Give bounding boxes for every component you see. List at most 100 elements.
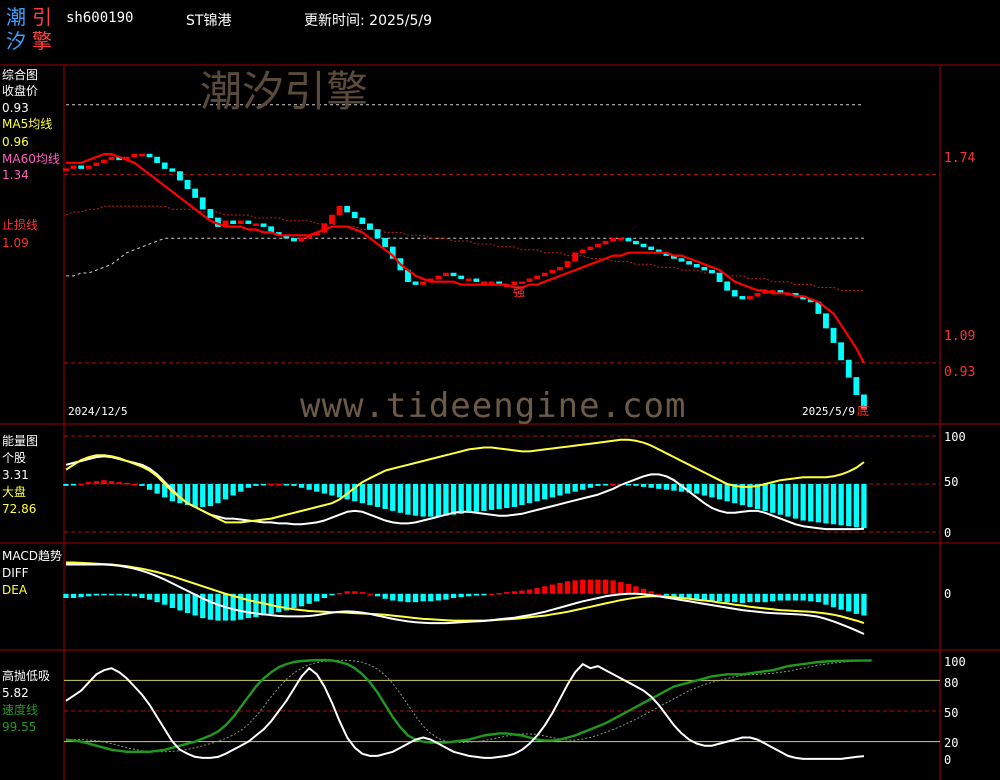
candle bbox=[754, 293, 761, 297]
energy-bar bbox=[625, 484, 631, 486]
candle bbox=[481, 281, 487, 284]
candle bbox=[465, 278, 472, 282]
energy-bar bbox=[754, 484, 761, 509]
speed-label: 速度线 bbox=[2, 703, 39, 717]
energy-bar bbox=[435, 484, 441, 517]
energy-bar bbox=[215, 484, 221, 504]
candle bbox=[177, 171, 183, 181]
energy-bar bbox=[374, 484, 381, 507]
energy-bar bbox=[70, 484, 77, 486]
candle bbox=[192, 188, 199, 198]
macd-bar bbox=[306, 593, 312, 604]
candle bbox=[838, 342, 845, 361]
energy-bar bbox=[557, 484, 563, 496]
candle bbox=[579, 249, 586, 253]
stock-code: sh600190 bbox=[66, 10, 134, 26]
macd-bar bbox=[344, 591, 350, 594]
energy-bar bbox=[336, 484, 343, 498]
energy-tick-label: 50 bbox=[944, 475, 958, 489]
energy-bar bbox=[329, 484, 335, 496]
macd-bar bbox=[663, 593, 669, 596]
candle bbox=[237, 220, 244, 224]
macd-bar bbox=[618, 582, 624, 594]
energy-bar bbox=[298, 484, 305, 488]
macd-bar bbox=[192, 593, 198, 616]
energy-bar bbox=[656, 484, 662, 489]
candle bbox=[686, 261, 693, 265]
macd-bar bbox=[633, 586, 639, 594]
macd-bar bbox=[853, 593, 859, 614]
energy-bar bbox=[694, 484, 700, 494]
energy-bar bbox=[777, 484, 783, 515]
panel4-title: 高抛低吸 bbox=[2, 669, 51, 683]
candle bbox=[443, 272, 449, 277]
energy-bar bbox=[405, 484, 411, 515]
macd-bar bbox=[86, 593, 92, 597]
energy-bar bbox=[268, 484, 274, 486]
candle bbox=[526, 278, 533, 282]
macd-bar bbox=[70, 593, 77, 598]
energy-bar bbox=[412, 484, 419, 516]
candle bbox=[549, 269, 556, 274]
macd-bar bbox=[428, 593, 434, 602]
energy-bar bbox=[146, 484, 153, 490]
energy-bar bbox=[633, 484, 639, 486]
macd-bar bbox=[169, 593, 175, 608]
close-label: 收盘价 bbox=[2, 84, 39, 98]
macd-bar bbox=[800, 593, 806, 601]
logo-char: 潮 bbox=[6, 5, 26, 29]
update-time: 更新时间: 2025/5/9 bbox=[304, 13, 433, 29]
candle bbox=[823, 313, 829, 329]
macd-bar bbox=[580, 579, 586, 594]
energy-bar bbox=[846, 484, 852, 527]
energy-bar bbox=[458, 484, 464, 514]
energy-bar bbox=[253, 484, 259, 486]
macd-bar bbox=[321, 593, 327, 598]
macd-bar bbox=[298, 593, 305, 607]
macd-bar bbox=[770, 593, 776, 602]
candle bbox=[587, 246, 594, 251]
energy-bar bbox=[443, 484, 449, 516]
logo-char: 汐 bbox=[6, 29, 26, 53]
candle bbox=[154, 156, 161, 164]
candle bbox=[519, 281, 525, 284]
stock-name: ST锦港 bbox=[186, 13, 232, 29]
macd-bar bbox=[496, 593, 502, 595]
macd-bar bbox=[412, 593, 419, 603]
energy-bar bbox=[496, 484, 502, 509]
macd-bar bbox=[420, 593, 426, 602]
candle bbox=[85, 165, 92, 169]
energy-bar bbox=[291, 484, 297, 486]
macd-bar bbox=[754, 593, 761, 603]
energy-bar bbox=[390, 484, 396, 511]
macd-bar bbox=[861, 593, 867, 616]
macd-bar bbox=[572, 580, 578, 594]
energy-tick-label: 0 bbox=[944, 526, 951, 540]
macd-bar bbox=[139, 593, 145, 598]
macd-bar bbox=[443, 593, 449, 600]
macd-bar bbox=[245, 593, 251, 619]
market-energy-line bbox=[65, 438, 865, 524]
macd-bar bbox=[557, 582, 563, 594]
macd-tick-label: 0 bbox=[944, 587, 951, 601]
ma60-label: MA60均线 bbox=[2, 152, 60, 166]
candle bbox=[139, 153, 145, 157]
energy-bar bbox=[830, 484, 837, 525]
candle bbox=[131, 153, 138, 158]
energy-bar bbox=[853, 484, 859, 528]
macd-bar bbox=[519, 590, 525, 594]
candle bbox=[169, 168, 176, 172]
energy-bar bbox=[78, 484, 84, 486]
candle bbox=[435, 275, 442, 280]
candle bbox=[739, 295, 746, 300]
macd-bar bbox=[838, 593, 844, 610]
macd-bar bbox=[359, 592, 365, 594]
price-tick-label: 1.74 bbox=[944, 151, 975, 166]
candle bbox=[640, 243, 647, 248]
energy-bar bbox=[823, 484, 829, 524]
macd-bar bbox=[488, 593, 495, 596]
energy-bar bbox=[306, 484, 312, 490]
energy-bar bbox=[709, 484, 715, 498]
energy-bar bbox=[238, 484, 244, 492]
energy-bar bbox=[230, 484, 236, 496]
